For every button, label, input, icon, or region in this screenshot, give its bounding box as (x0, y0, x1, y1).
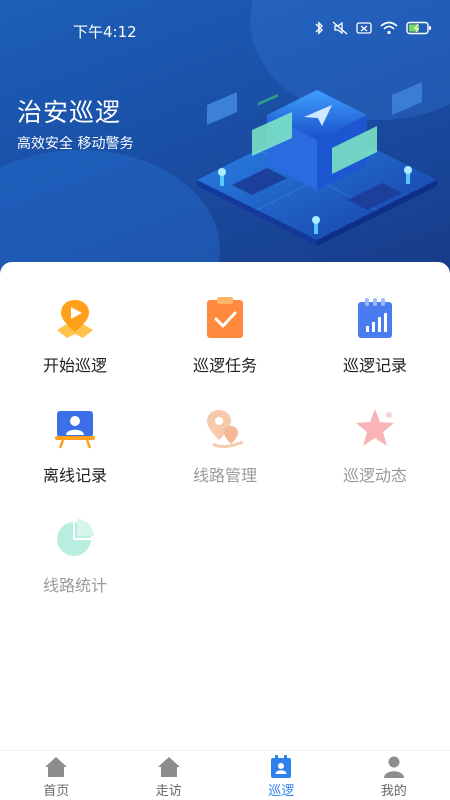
menu-label: 线路管理 (192, 466, 257, 485)
bottom-tab-bar: 首页 走访 巡逻 我的 (0, 750, 450, 800)
tab-label: 走访 (155, 784, 182, 799)
status-time: 下午4:12 (73, 23, 137, 41)
server-isometric-illustration (192, 60, 442, 250)
menu-item-start-patrol[interactable]: 开始巡逻 (0, 296, 150, 396)
start-patrol-icon (53, 296, 97, 340)
home-icon (156, 755, 182, 779)
hero-title: 治安巡逻 (17, 98, 122, 127)
menu-label: 离线记录 (42, 466, 107, 485)
wifi-icon (380, 20, 398, 39)
bar-chart-calendar-icon (353, 296, 397, 340)
menu-item-patrol-dynamics[interactable]: 巡逻动态 (300, 406, 450, 506)
menu-item-patrol-record[interactable]: 巡逻记录 (300, 296, 450, 396)
menu-label: 巡逻动态 (342, 466, 407, 485)
clipboard-check-icon (203, 296, 247, 340)
menu-item-offline-record[interactable]: 离线记录 (0, 406, 150, 506)
menu-item-patrol-task[interactable]: 巡逻任务 (150, 296, 300, 396)
menu-label: 线路统计 (42, 576, 107, 595)
hero-subtitle: 高效安全 移动警务 (17, 136, 134, 152)
star-icon (353, 406, 397, 450)
tab-mine[interactable]: 我的 (338, 751, 450, 800)
menu-label: 开始巡逻 (42, 356, 107, 375)
pie-chart-icon (53, 516, 97, 560)
menu-label: 巡逻任务 (192, 356, 257, 375)
user-icon (381, 755, 407, 779)
battery-icon (406, 20, 432, 39)
tab-label: 首页 (43, 784, 70, 799)
tab-home[interactable]: 首页 (0, 751, 113, 800)
tab-visit[interactable]: 走访 (113, 751, 226, 800)
tab-patrol[interactable]: 巡逻 (225, 751, 338, 800)
bluetooth-icon (314, 20, 324, 39)
menu-item-route-statistics[interactable]: 线路统计 (0, 516, 150, 616)
route-pin-icon (203, 406, 247, 450)
person-board-icon (53, 406, 97, 450)
status-bar: 下午4:12 (0, 0, 450, 60)
hero-banner: 下午4:12 治安巡逻 高效安全 移动警务 (0, 0, 450, 290)
patrol-badge-icon (268, 755, 294, 779)
sim-off-icon (356, 20, 372, 39)
mute-icon (332, 20, 348, 39)
tab-label: 我的 (380, 784, 407, 799)
home-icon (43, 755, 69, 779)
function-menu-card: 开始巡逻 巡逻任务 巡逻记录 离线记录 线路管理 巡逻动态 线路统计 (0, 262, 450, 750)
menu-item-route-management[interactable]: 线路管理 (150, 406, 300, 506)
status-icons (314, 20, 432, 39)
tab-label: 巡逻 (268, 784, 295, 799)
menu-label: 巡逻记录 (342, 356, 407, 375)
